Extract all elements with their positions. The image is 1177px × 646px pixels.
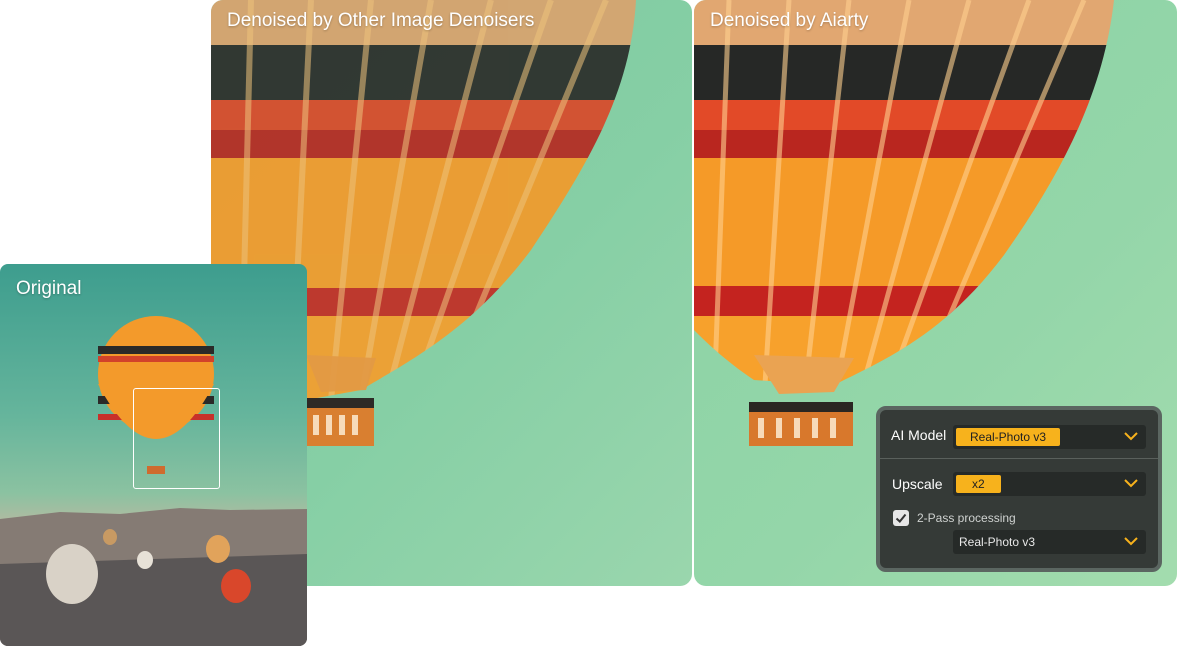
upscale-value: x2 [956, 475, 1001, 493]
panel-title: Original [16, 278, 82, 299]
panel-title: Denoised by Other Image Denoisers [227, 10, 535, 31]
divider [880, 458, 1158, 459]
chevron-down-icon [1124, 432, 1138, 441]
panel-title: Denoised by Aiarty [710, 10, 869, 31]
two-pass-label: 2-Pass processing [917, 511, 1016, 525]
checkmark-icon [895, 513, 907, 523]
upscale-dropdown[interactable]: x2 [953, 472, 1146, 496]
chevron-down-icon [1124, 479, 1138, 488]
two-pass-model-value: Real-Photo v3 [959, 535, 1036, 549]
two-pass-model-dropdown[interactable]: Real-Photo v3 [953, 530, 1146, 554]
settings-panel: AI Model Real-Photo v3 Upscale x2 2-Pass… [876, 406, 1162, 572]
ai-model-dropdown[interactable]: Real-Photo v3 [953, 425, 1146, 449]
upscale-label: Upscale [892, 476, 943, 492]
zoom-region-marker [133, 388, 220, 489]
ai-model-label: AI Model [891, 427, 947, 443]
original-panel: Original [0, 264, 307, 646]
chevron-down-icon [1124, 537, 1138, 546]
ai-model-value: Real-Photo v3 [956, 428, 1061, 446]
two-pass-checkbox[interactable] [893, 510, 909, 526]
